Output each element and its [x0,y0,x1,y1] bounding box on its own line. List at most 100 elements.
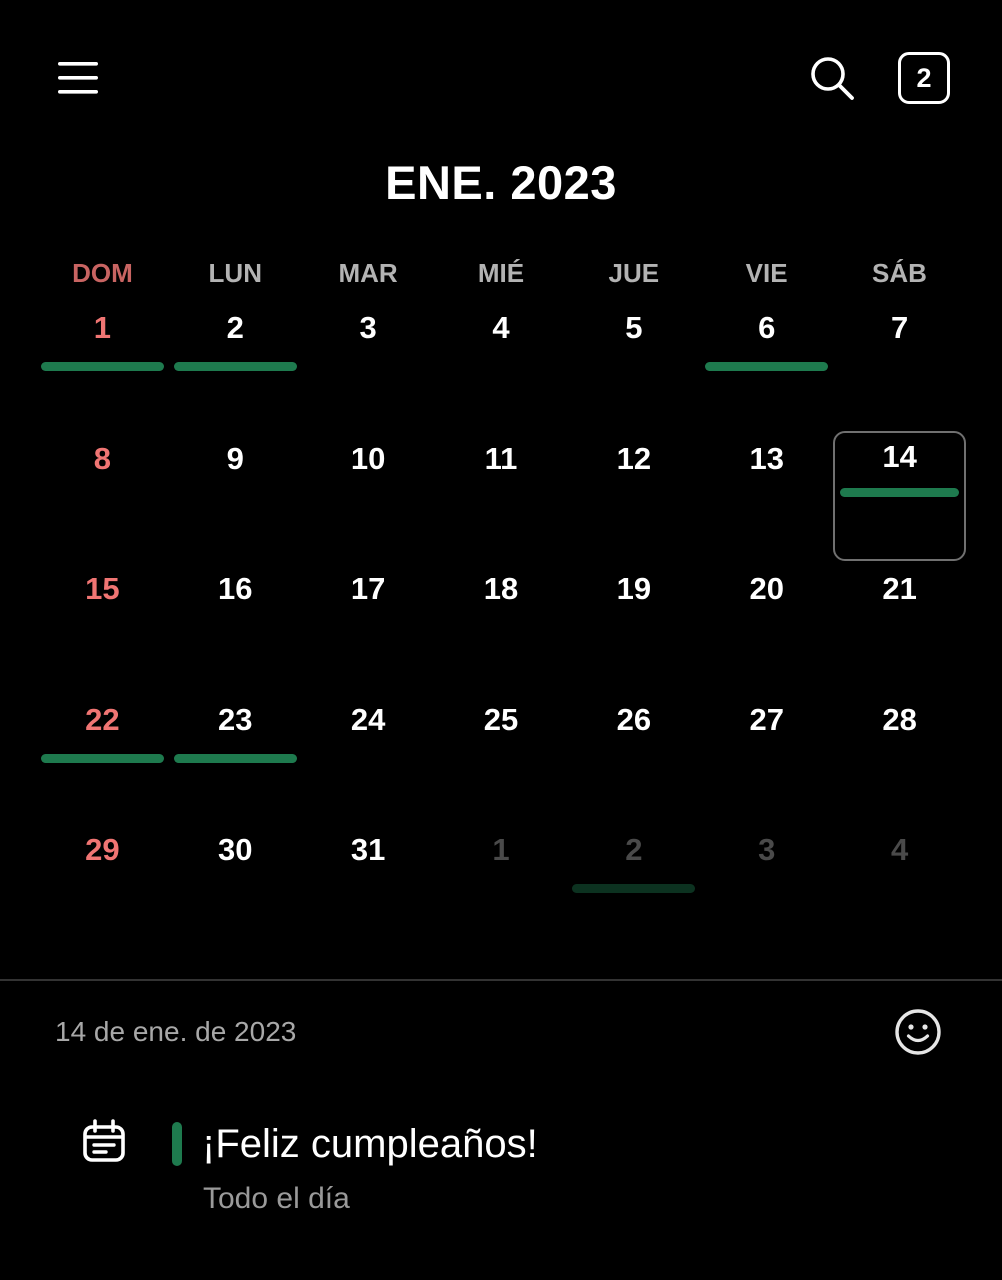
weekday-label: DOM [72,258,133,288]
day-cell[interactable]: 10 [302,431,435,562]
day-cell[interactable]: 23 [169,692,302,823]
day-number: 26 [616,701,652,737]
day-cell[interactable]: 22 [36,692,169,823]
day-number: 3 [359,310,377,345]
day-number: 17 [350,571,386,607]
day-cell[interactable]: 17 [302,561,435,692]
day-cell[interactable]: 15 [36,561,169,692]
day-cell[interactable]: 25 [435,692,568,823]
day-cell[interactable]: 6 [700,300,833,431]
day-cell[interactable]: 4 [833,822,966,953]
search-button[interactable] [800,50,864,106]
day-number: 8 [93,440,112,476]
selected-date-label: 14 de ene. de 2023 [55,1016,297,1047]
event-indicator-bar [173,362,297,371]
day-cell[interactable]: 2 [567,822,700,953]
mood-button[interactable] [890,1004,946,1060]
day-cell[interactable]: 1 [36,300,169,431]
day-cell-selected[interactable]: 14 [833,430,966,562]
day-number: 28 [882,701,917,737]
day-number: 18 [483,571,519,607]
today-button[interactable]: 2 [898,52,950,104]
day-number: 29 [85,832,120,868]
day-number: 24 [350,701,386,737]
day-number: 12 [616,440,652,476]
day-number: 4 [890,832,909,868]
day-number: 2 [625,832,643,868]
weekday-label: MIÉ [477,258,525,288]
day-cell[interactable]: 16 [169,561,302,692]
day-cell[interactable]: 3 [302,300,435,431]
day-number: 13 [749,440,784,476]
day-number: 1 [93,310,112,345]
menu-button[interactable] [46,50,110,106]
smiley-icon [895,1009,941,1055]
day-cell[interactable]: 31 [302,822,435,953]
day-cell[interactable]: 18 [435,561,568,692]
day-number: 15 [85,571,120,607]
event-indicator-bar [173,753,297,763]
event-indicator-bar [41,362,164,371]
weekday-label: JUE [608,258,660,288]
day-number: 19 [616,571,652,607]
calendar-grid: 1 2 3 4 5 6 7 8 9 10 11 12 13 14 15 16 17 18 19 20 21 22 23 24 2… [36,300,966,953]
day-cell[interactable]: 2 [169,300,302,431]
day-number: 21 [882,571,917,607]
event-item[interactable]: ¡Feliz cumpleaños! Todo el día [0,1110,1002,1230]
day-cell[interactable]: 19 [567,561,700,692]
day-number: 7 [890,310,909,345]
top-app-bar: 2 [0,0,1002,160]
day-cell[interactable]: 7 [833,300,966,431]
day-number: 16 [218,571,253,607]
day-number: 22 [85,701,120,737]
month-title[interactable]: ENE. 2023 [0,155,1002,210]
day-cell[interactable]: 3 [700,822,833,953]
calendar-event-icon [83,1119,125,1162]
day-number: 5 [625,310,643,345]
day-cell[interactable]: 11 [435,431,568,562]
day-number: 1 [492,832,510,868]
weekday-label: SÁB [872,258,927,288]
day-cell[interactable]: 12 [567,431,700,562]
day-number: 23 [218,701,253,737]
today-badge-number: 2 [916,62,932,93]
day-cell[interactable]: 21 [833,561,966,692]
day-cell[interactable]: 26 [567,692,700,823]
event-title: ¡Feliz cumpleaños! [202,1122,538,1166]
event-indicator-bar [840,487,959,497]
day-number: 10 [350,440,386,476]
day-number: 2 [226,310,244,345]
day-number: 3 [758,832,776,868]
day-number: 4 [492,310,510,345]
event-indicator-bar [41,753,164,763]
day-number: 25 [483,701,519,737]
day-cell[interactable]: 13 [700,431,833,562]
event-color-bar [172,1122,182,1166]
day-number: 6 [758,310,776,345]
day-cell[interactable]: 28 [833,692,966,823]
day-cell[interactable]: 9 [169,431,302,562]
hamburger-menu-icon [58,62,98,94]
day-cell[interactable]: 20 [700,561,833,692]
search-icon [811,57,854,100]
day-cell[interactable]: 30 [169,822,302,953]
day-cell[interactable]: 8 [36,431,169,562]
day-number: 20 [749,571,784,607]
day-cell[interactable]: 29 [36,822,169,953]
day-number: 11 [484,440,518,476]
day-cell[interactable]: 24 [302,692,435,823]
day-cell[interactable]: 5 [567,300,700,431]
weekday-header-row: DOM LUN MAR MIÉ JUE VIE SÁB [36,258,966,289]
day-cell[interactable]: 27 [700,692,833,823]
weekday-label: LUN [208,258,262,288]
divider [0,979,1002,981]
weekday-label: VIE [745,258,788,288]
event-time: Todo el día [203,1182,350,1215]
day-cell[interactable]: 4 [435,300,568,431]
weekday-label: MAR [338,258,398,288]
day-cell[interactable]: 1 [435,822,568,953]
day-number: 31 [350,832,386,868]
event-indicator-bar [572,884,696,894]
day-number: 9 [226,440,244,476]
event-indicator-bar [705,362,829,371]
